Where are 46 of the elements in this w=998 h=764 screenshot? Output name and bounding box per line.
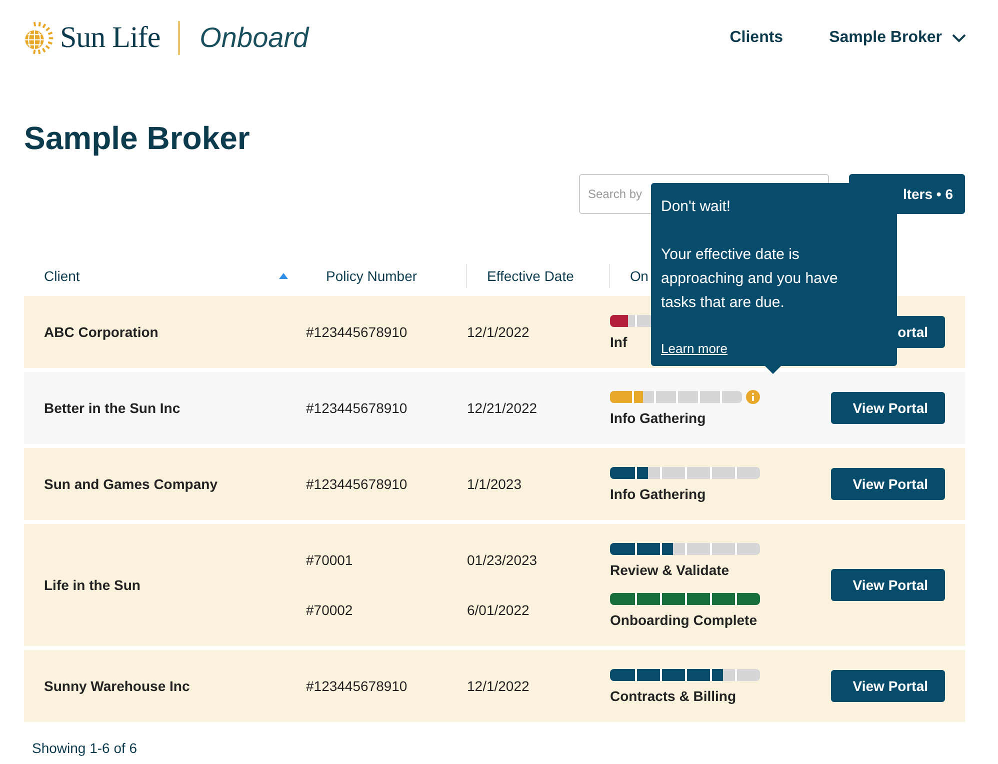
- info-icon[interactable]: [746, 390, 760, 404]
- column-header[interactable]: Client: [44, 268, 80, 284]
- column-header[interactable]: Effective Date: [487, 268, 574, 284]
- stage-label: Info Gathering: [610, 486, 706, 502]
- effective-date: 12/21/2022: [467, 400, 538, 416]
- client-name: Sun and Games Company: [44, 476, 218, 492]
- brand-logo-text: Sun Life: [60, 21, 160, 55]
- table-row[interactable]: Better in the Sun Inc #123445678910 12/21/2022 Info Gathering View Portal: [24, 372, 965, 444]
- table-row[interactable]: Life in the Sun #70001 01/23/2023 Review & Validate #70002 6/01/2022 Onboarding Complete View Portal: [24, 524, 965, 646]
- product-name: Onboard: [200, 22, 309, 54]
- stage-label: Contracts & Billing: [610, 688, 736, 704]
- effective-date: 01/23/2023: [467, 552, 538, 568]
- effective-date: 12/1/2022: [467, 678, 530, 694]
- stage-label: Inf: [610, 334, 628, 350]
- tooltip-title: Don't wait!: [661, 197, 732, 217]
- column-header[interactable]: Policy Number: [326, 268, 418, 284]
- effective-date: 1/1/2023: [467, 476, 522, 492]
- client-name: Better in the Sun Inc: [44, 400, 180, 416]
- effective-date: 12/1/2022: [467, 324, 530, 340]
- column-header[interactable]: On: [630, 268, 648, 284]
- client-name: Sunny Warehouse Inc: [44, 678, 190, 694]
- policy-number: #123445678910: [306, 678, 408, 694]
- view-portal-button[interactable]: View Portal: [831, 569, 945, 601]
- effective-date: 6/01/2022: [467, 602, 530, 618]
- policy-number: #70002: [306, 602, 353, 618]
- stage-label: Review & Validate: [610, 562, 730, 578]
- policy-number: #70001: [306, 552, 353, 568]
- view-portal-button[interactable]: View Portal: [831, 392, 945, 424]
- client-name: ABC Corporation: [44, 324, 158, 340]
- table-row[interactable]: Sun and Games Company #123445678910 1/1/2023 Info Gathering View Portal: [24, 448, 965, 520]
- learn-more-link[interactable]: Learn more: [661, 341, 728, 356]
- chevron-down-icon: [952, 34, 966, 42]
- view-portal-button[interactable]: View Portal: [831, 670, 945, 702]
- client-name: Life in the Sun: [44, 577, 140, 593]
- stage-label: Info Gathering: [610, 410, 706, 426]
- nav-link[interactable]: Clients: [730, 29, 784, 47]
- results-count: Showing 1-6 of 6: [32, 740, 138, 756]
- page-title: Sample Broker: [24, 120, 251, 158]
- policy-number: #123445678910: [306, 476, 408, 492]
- table-row[interactable]: Sunny Warehouse Inc #123445678910 12/1/2022 Contracts & Billing View Portal: [24, 650, 965, 722]
- view-portal-button[interactable]: View Portal: [831, 468, 945, 500]
- policy-number: #123445678910: [306, 324, 408, 340]
- nav-link[interactable]: Sample Broker: [829, 29, 966, 47]
- policy-number: #123445678910: [306, 400, 408, 416]
- sort-ascending-icon[interactable]: [279, 273, 288, 279]
- stage-label: Onboarding Complete: [610, 612, 757, 628]
